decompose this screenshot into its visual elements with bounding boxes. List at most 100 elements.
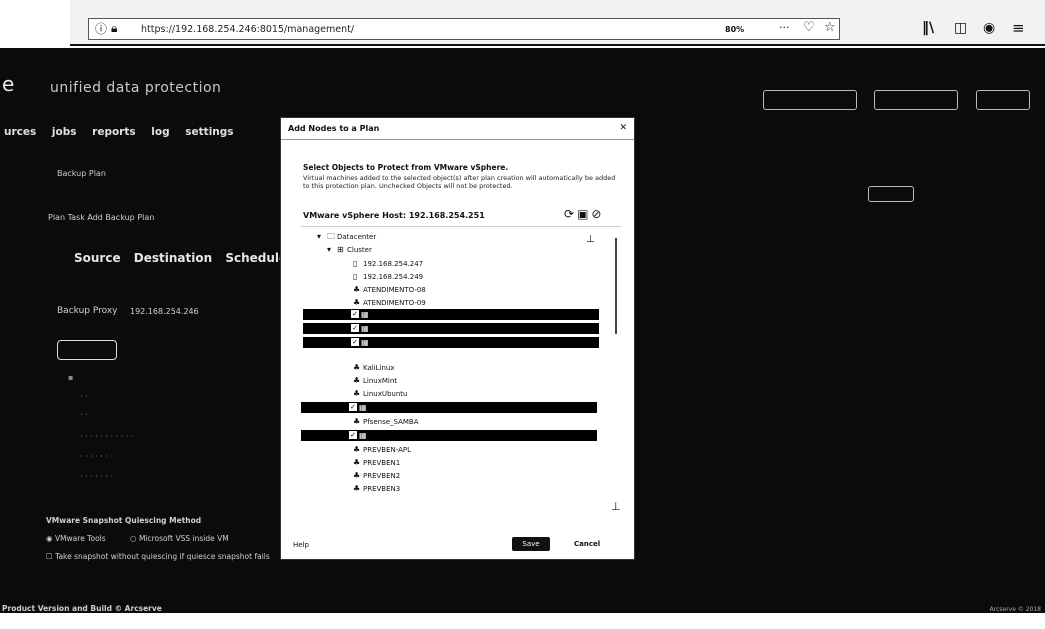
tab-jobs[interactable]: jobs bbox=[52, 126, 77, 138]
checkbox-checked-icon[interactable]: ✓ bbox=[351, 338, 359, 346]
snapshot-option-1-label: VMware Tools bbox=[54, 534, 106, 543]
step-source[interactable]: Source bbox=[74, 251, 121, 265]
cancel-button[interactable]: Cancel bbox=[574, 540, 600, 548]
checkbox-checked-icon[interactable]: ✓ bbox=[349, 403, 357, 411]
tab-settings[interactable]: settings bbox=[185, 126, 233, 138]
tree-node-vm[interactable]: ♣ PREVBEN1 bbox=[353, 457, 400, 468]
snapshot-option-radio-2[interactable]: ○ Microsoft VSS inside VM bbox=[130, 534, 229, 543]
tree-node-vm[interactable]: ♣ KaliLinux bbox=[353, 362, 395, 373]
vm-tree[interactable]: ▾ 🗀 Datacenter ▾ ⊞ Cluster ▯ 192.168.254.247 … bbox=[301, 226, 621, 522]
library-icon[interactable]: ‖\ bbox=[922, 21, 934, 35]
tag-icon[interactable]: ⊘ bbox=[591, 207, 601, 221]
dialog-title: Add Nodes to a Plan bbox=[288, 124, 380, 133]
lock-icon[interactable]: 🔒︎ bbox=[111, 22, 117, 34]
vm-icon: ♣ bbox=[353, 376, 361, 385]
bg-row: · · · · · · · · · · · bbox=[80, 432, 134, 441]
vm-icon: ▦ bbox=[361, 310, 369, 319]
app-title: unified data protection bbox=[50, 80, 222, 96]
vm-icon: ♣ bbox=[353, 389, 361, 398]
plan-steps: Source Destination Schedule bbox=[74, 251, 297, 265]
tree-node-vm[interactable]: ♣ PREVBEN2 bbox=[353, 470, 400, 481]
step-schedule[interactable]: Schedule bbox=[225, 251, 287, 265]
redacted-selected-row[interactable]: ✓ ▦ bbox=[301, 402, 597, 413]
right-panel-button[interactable] bbox=[868, 186, 914, 202]
bg-row: · · bbox=[80, 392, 88, 401]
more-actions-icon[interactable]: ··· bbox=[779, 22, 790, 33]
snapshot-option-radio-1[interactable]: ◉ VMware Tools bbox=[46, 534, 106, 543]
tree-node-vm[interactable]: ♣ Pfsense_SAMBA bbox=[353, 416, 419, 427]
vm-icon: ♣ bbox=[353, 298, 361, 307]
tree-node-vm[interactable]: ♣ PREVBEN-APL bbox=[353, 444, 411, 455]
menu-icon[interactable]: ≡ bbox=[1012, 21, 1025, 36]
tree-node-host[interactable]: ▯ 192.168.254.249 bbox=[353, 271, 423, 282]
vm-icon: ▦ bbox=[361, 338, 369, 347]
step-destination[interactable]: Destination bbox=[134, 251, 212, 265]
checkbox-checked-icon[interactable]: ✓ bbox=[351, 310, 359, 318]
vm-icon: ♣ bbox=[353, 285, 361, 294]
folder-icon: 🗀 bbox=[327, 232, 335, 241]
scroll-down-icon[interactable]: ⊥ bbox=[611, 500, 621, 513]
add-nodes-button[interactable] bbox=[57, 340, 117, 360]
address-bar[interactable]: ⓘ 🔒︎ https://192.168.254.246:8015/manage… bbox=[88, 18, 840, 40]
browser-toolbar: ⓘ 🔒︎ https://192.168.254.246:8015/manage… bbox=[70, 0, 1045, 46]
tree-node-vm[interactable]: ♣ PREVBEN3 bbox=[353, 483, 400, 494]
tab-resources[interactable]: urces bbox=[4, 126, 36, 138]
save-button[interactable]: Save bbox=[512, 537, 550, 551]
sidebar-icon[interactable]: ◫ bbox=[954, 21, 967, 35]
expand-icon[interactable]: ▾ bbox=[317, 231, 327, 242]
plan-name-label: Backup Plan bbox=[57, 169, 106, 178]
url-text[interactable]: https://192.168.254.246:8015/management/ bbox=[141, 24, 354, 35]
tab-reports[interactable]: reports bbox=[92, 126, 135, 138]
header-button-1[interactable] bbox=[763, 90, 857, 110]
account-icon[interactable]: ◉ bbox=[983, 21, 995, 35]
bookmark-star-icon[interactable]: ☆ bbox=[824, 21, 836, 34]
tree-node-vm[interactable]: ♣ ATENDIMENTO-09 bbox=[353, 297, 426, 308]
redacted-selected-row[interactable]: ✓ ▦ bbox=[303, 309, 599, 320]
vm-icon: ♣ bbox=[353, 363, 361, 372]
checkbox-checked-icon[interactable]: ✓ bbox=[349, 431, 357, 439]
vm-icon: ♣ bbox=[353, 417, 361, 426]
zoom-level[interactable]: 80% bbox=[725, 25, 744, 34]
redacted-selected-row[interactable]: ✓ ▦ bbox=[303, 323, 599, 334]
bg-row: · · · · · · · bbox=[80, 472, 114, 481]
taskbar-area bbox=[0, 613, 1045, 629]
bg-row: · · · · · · bbox=[80, 452, 108, 461]
redacted-selected-row[interactable]: ✓ ▦ bbox=[303, 337, 599, 348]
tab-log[interactable]: log bbox=[151, 126, 169, 138]
vsphere-host-label: VMware vSphere Host: 192.168.254.251 bbox=[303, 211, 485, 220]
pocket-icon[interactable]: ♡ bbox=[803, 21, 815, 34]
host-icon: ▯ bbox=[353, 259, 358, 268]
tree-node-vm[interactable]: ♣ LinuxMint bbox=[353, 375, 397, 386]
tree-node-datacenter[interactable]: ▾ 🗀 Datacenter bbox=[317, 231, 376, 242]
tree-scrollbar[interactable] bbox=[615, 238, 617, 334]
vm-icon: ♣ bbox=[353, 445, 361, 454]
vm-icon: ♣ bbox=[353, 484, 361, 493]
checkbox-checked-icon[interactable]: ✓ bbox=[351, 324, 359, 332]
dialog-description: Virtual machines added to the selected o… bbox=[303, 174, 616, 190]
bg-row: · · bbox=[80, 410, 88, 419]
redacted-selected-row[interactable]: ✓ ▦ bbox=[301, 430, 597, 441]
help-link[interactable]: Help bbox=[293, 541, 309, 549]
snapshot-option-2-label: Microsoft VSS inside VM bbox=[138, 534, 229, 543]
footer-text: Product Version and Build © Arcserve bbox=[2, 604, 162, 613]
snapshot-note-checkbox[interactable]: ☐ Take snapshot without quiescing if qui… bbox=[46, 552, 270, 561]
tree-node-vm[interactable]: ♣ ATENDIMENTO-08 bbox=[353, 284, 426, 295]
tree-node-vm[interactable]: ♣ LinuxUbuntu bbox=[353, 388, 407, 399]
header-button-2[interactable] bbox=[874, 90, 958, 110]
refresh-icon[interactable]: ⟳ bbox=[564, 207, 574, 221]
scroll-up-icon[interactable]: ⊥ bbox=[586, 234, 595, 245]
cluster-icon: ⊞ bbox=[337, 245, 344, 254]
footer-right: Arcserve © 2018 bbox=[989, 606, 1041, 613]
header-button-3[interactable] bbox=[976, 90, 1030, 110]
plan-row-text: Plan Task Add Backup Plan bbox=[48, 213, 155, 222]
filter-icon[interactable]: ▣ bbox=[577, 207, 588, 221]
snapshot-method-label: VMware Snapshot Quiescing Method bbox=[46, 516, 202, 525]
info-icon[interactable]: ⓘ bbox=[95, 23, 107, 35]
vm-icon: ▦ bbox=[359, 431, 367, 440]
vm-icon: ▦ bbox=[359, 403, 367, 412]
close-icon[interactable]: ✕ bbox=[619, 123, 627, 133]
vm-icon: ▦ bbox=[361, 324, 369, 333]
tree-node-cluster[interactable]: ▾ ⊞ Cluster bbox=[327, 244, 372, 255]
expand-icon[interactable]: ▾ bbox=[327, 244, 337, 255]
tree-node-host[interactable]: ▯ 192.168.254.247 bbox=[353, 258, 423, 269]
